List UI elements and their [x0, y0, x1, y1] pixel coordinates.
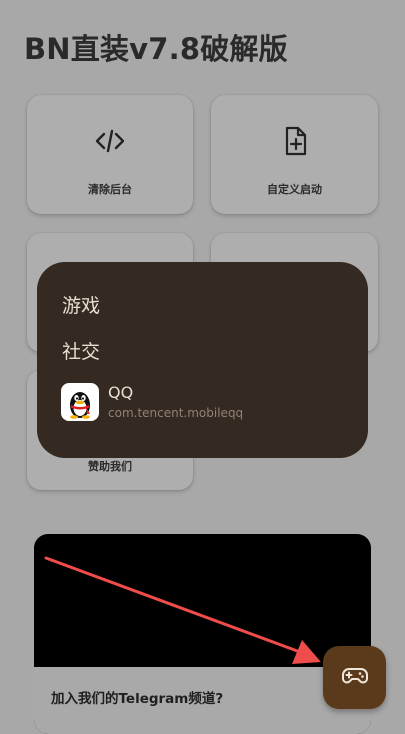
app-name: QQ: [108, 383, 134, 402]
clear-background-label: 清除后台: [88, 183, 132, 196]
custom-launch-label: 自定义启动: [267, 183, 322, 196]
custom-launch-card[interactable]: 自定义启动: [211, 95, 378, 214]
app-item-qq[interactable]: QQ com.tencent.mobileqq: [61, 382, 351, 422]
category-social[interactable]: 社交: [62, 337, 100, 364]
page-title: BN直装v7.8破解版: [24, 32, 288, 66]
clear-background-card[interactable]: 清除后台: [27, 95, 193, 214]
category-game[interactable]: 游戏: [62, 291, 100, 318]
telegram-banner-text: 加入我们的Telegram频道?: [51, 691, 224, 707]
gamepad-icon: [340, 661, 370, 695]
add-file-icon: [211, 125, 378, 157]
game-mode-button[interactable]: [323, 646, 386, 709]
qq-penguin-icon: [61, 383, 99, 421]
app-package-name: com.tencent.mobileqq: [108, 406, 244, 420]
telegram-banner[interactable]: 加入我们的Telegram频道?: [34, 534, 371, 734]
code-icon: [27, 125, 193, 157]
app-category-popup: 游戏 社交 QQ com.tencent.mobileqq: [37, 262, 368, 458]
donate-label: 赞助我们: [88, 460, 132, 473]
